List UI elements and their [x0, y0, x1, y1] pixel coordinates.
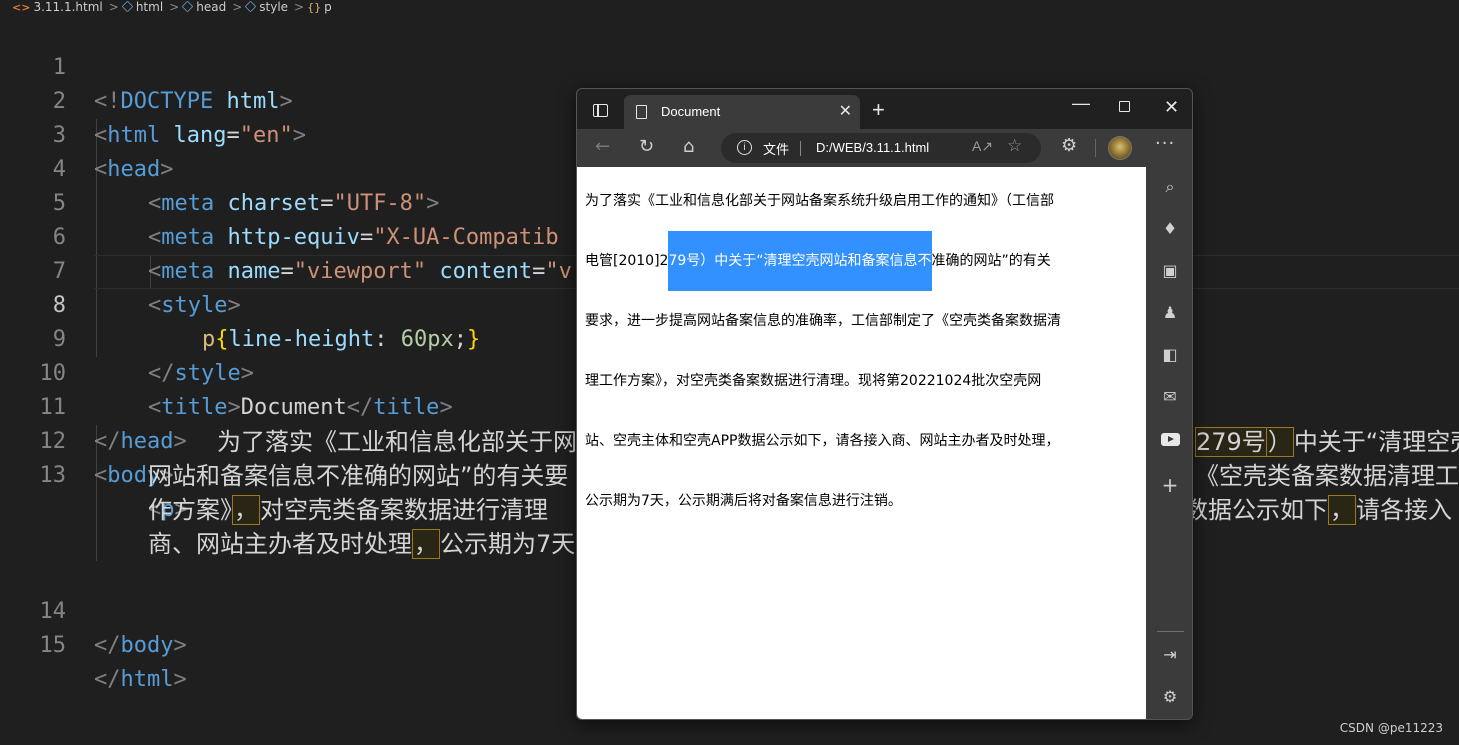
paragraph-text-left[interactable]: 网站和备案信息不准确的网站”的有关要 [148, 459, 568, 493]
breadcrumb: <> 3.11.1.html > html > head > style >{} p [0, 0, 1459, 14]
page-text-line: 为了落实《工业和信息化部关于网站备案系统升级启用工作的通知》（工信部 [585, 171, 1131, 231]
breadcrumb-style[interactable]: style [259, 0, 288, 14]
punct-highlight: ， [232, 495, 260, 525]
minimize-icon[interactable]: — [1072, 93, 1090, 114]
tab-document[interactable]: Document ✕ [624, 95, 860, 129]
tag-bracket: > [173, 667, 187, 692]
line-number: 13 [39, 463, 67, 488]
tag-name: body [120, 633, 174, 658]
games-icon[interactable]: ♟ [1146, 303, 1192, 322]
info-icon[interactable]: i [737, 140, 752, 155]
settings-icon[interactable]: ⚙ [1146, 687, 1192, 706]
outlook-icon[interactable]: ✉ [1146, 387, 1192, 406]
close-window-icon[interactable]: ✕ [1164, 97, 1179, 118]
page-text-line: 理工作方案》，对空壳类备案数据进行清理。现将第20221024批次空壳网 [585, 351, 1131, 411]
extensions-icon[interactable]: ⚙ [1061, 135, 1077, 156]
code-line[interactable]: 1 <!DOCTYPE html> [0, 17, 1459, 114]
more-menu-icon[interactable]: ··· [1155, 133, 1175, 154]
punct-highlight: ， [1328, 495, 1356, 525]
page-text: 准确的网站”的有关 [931, 253, 1051, 269]
chevron-right-icon: > [232, 0, 243, 14]
sidebar-divider [1157, 631, 1184, 632]
page-paragraph: 为了落实《工业和信息化部关于网站备案系统升级启用工作的通知》（工信部 电管[201… [585, 171, 1131, 531]
search-icon[interactable]: ⌕ [1146, 177, 1192, 197]
page-icon [636, 105, 647, 119]
edge-sidebar: ⌕ ♦ ▣ ♟ ◧ ✉ + ⇥ ⚙ [1146, 167, 1192, 719]
tag-bracket: </ [94, 667, 121, 692]
element-icon [181, 0, 194, 13]
page-text: 电管[2010]2 [585, 253, 669, 269]
page-text: 公示期为7天，公示期满后将对备案信息进行注销。 [585, 493, 902, 509]
page-viewport[interactable]: 为了落实《工业和信息化部关于网站备案系统升级启用工作的通知》（工信部 电管[201… [577, 167, 1146, 719]
tag-name: html [120, 667, 174, 692]
address-divider [800, 141, 801, 156]
youtube-icon[interactable] [1161, 433, 1180, 446]
page-text-line: 电管[2010]279号）中关于“清理空壳网站和备案信息不准确的网站”的有关 [585, 231, 1131, 291]
new-tab-icon[interactable]: + [872, 97, 885, 123]
page-text: 理工作方案》，对空壳类备案数据进行清理。现将第20221024批次空壳网 [585, 373, 1042, 389]
text-selection: 79号）中关于“清理空壳网站和备案信息不 [668, 231, 932, 291]
hide-sidebar-icon[interactable]: ⇥ [1146, 645, 1192, 664]
address-url[interactable]: D:/WEB/3.11.1.html [816, 140, 929, 155]
element-icon [121, 0, 134, 13]
html-file-icon: <> [12, 1, 31, 14]
breadcrumb-p[interactable]: p [324, 0, 332, 14]
tag-bracket: > [173, 633, 187, 658]
paragraph-text-right[interactable]: 279号）中关于“清理空壳 [1195, 425, 1459, 459]
tab-actions-icon[interactable] [593, 104, 608, 117]
bracket-highlight: 279号 [1195, 427, 1266, 457]
browser-toolbar: ← ↻ ⌂ i 文件 D:/WEB/3.11.1.html A↗ ☆ ⚙ ··· [577, 129, 1192, 167]
tag-icon[interactable]: ♦ [1146, 219, 1192, 238]
office-icon[interactable]: ◧ [1146, 345, 1192, 364]
paragraph-text-right[interactable]: 数据公示如下，请各接入 [1184, 493, 1452, 527]
element-icon [244, 0, 257, 13]
page-text: 为了落实《工业和信息化部关于网站备案系统升级启用工作的通知》（工信部 [585, 193, 1054, 209]
breadcrumb-head[interactable]: head [196, 0, 226, 14]
tab-bar: Document ✕ + — ✕ [577, 89, 1192, 129]
add-icon[interactable]: + [1146, 473, 1192, 497]
watermark: CSDN @pe11223 [1339, 721, 1443, 735]
page-text-line: 要求，进一步提高网站备案信息的准确率，工信部制定了《空壳类备案数据清 [585, 291, 1131, 351]
maximize-icon[interactable] [1119, 101, 1130, 112]
punct-highlight: ， [412, 529, 440, 559]
chevron-right-icon: > [108, 0, 119, 14]
line-number: 15 [39, 633, 67, 658]
page-text: 要求，进一步提高网站备案信息的准确率，工信部制定了《空壳类备案数据清 [585, 313, 1061, 329]
page-text-line: 站、空壳主体和空壳APP数据公示如下，请各接入商、网站主办者及时处理， [585, 411, 1131, 471]
toolbox-icon[interactable]: ▣ [1146, 261, 1192, 280]
favorite-star-icon[interactable]: ☆ [1007, 136, 1022, 156]
home-icon[interactable]: ⌂ [683, 136, 694, 157]
tab-title: Document [661, 104, 721, 119]
back-icon[interactable]: ← [595, 136, 610, 157]
tag-bracket: </ [94, 633, 121, 658]
breadcrumb-file[interactable]: 3.11.1.html [33, 0, 102, 14]
paragraph-text-left[interactable]: 商、网站主办者及时处理，公示期为7天 [148, 527, 575, 561]
toolbar-divider [1095, 139, 1096, 157]
chevron-right-icon: > [294, 0, 305, 14]
address-bar[interactable]: i 文件 D:/WEB/3.11.1.html A↗ ☆ [721, 133, 1041, 163]
browser-window[interactable]: Document ✕ + — ✕ ← ↻ ⌂ i 文件 D:/WEB/3.11.… [576, 88, 1193, 720]
bracket-highlight: ） [1265, 427, 1294, 457]
page-text-line: 公示期为7天，公示期满后将对备案信息进行注销。 [585, 471, 1131, 531]
paragraph-text-left[interactable]: 为了落实《工业和信息化部关于网 [217, 425, 577, 459]
paragraph-text-right[interactable]: 《空壳类备案数据清理工 [1195, 459, 1459, 493]
paragraph-text-left[interactable]: 作方案》，对空壳类备案数据进行清理 [148, 493, 548, 527]
page-text: 站、空壳主体和空壳APP数据公示如下，请各接入商、网站主办者及时处理， [585, 433, 1060, 449]
profile-avatar[interactable] [1108, 136, 1132, 160]
read-aloud-icon[interactable]: A↗ [972, 138, 993, 155]
breadcrumb-html[interactable]: html [136, 0, 163, 14]
selector-icon: {} [307, 1, 322, 14]
address-scheme-label: 文件 [763, 143, 790, 158]
chevron-right-icon: > [169, 0, 180, 14]
code-line[interactable]: 2 <html lang="en"> [0, 51, 1459, 148]
close-tab-icon[interactable]: ✕ [839, 101, 852, 121]
refresh-icon[interactable]: ↻ [639, 136, 654, 157]
